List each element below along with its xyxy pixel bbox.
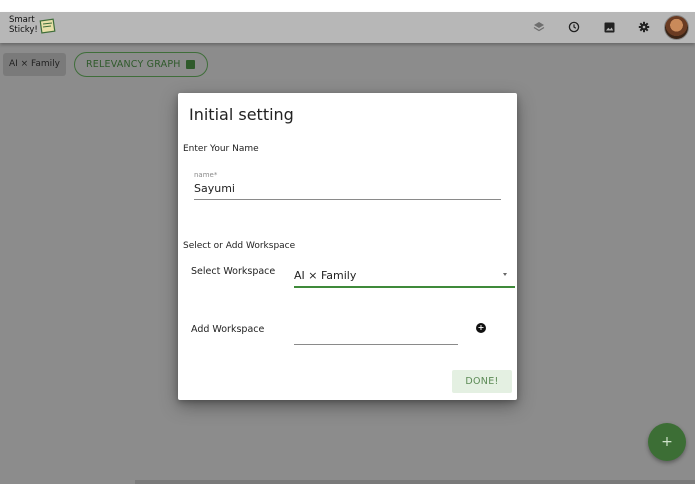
chevron-down-icon[interactable]: [503, 273, 507, 276]
sticky-note-icon: [39, 18, 56, 34]
add-circle-icon[interactable]: +: [476, 323, 486, 333]
name-input[interactable]: Sayumi: [194, 182, 235, 195]
gear-icon[interactable]: [637, 20, 651, 34]
add-workspace-underline: [294, 344, 458, 345]
initial-setting-dialog: Initial setting Enter Your Name name* Sa…: [178, 93, 517, 400]
bottom-strip: [0, 484, 695, 494]
top-strip: [0, 0, 695, 12]
done-button[interactable]: DONE!: [452, 370, 512, 393]
add-workspace-label: Add Workspace: [191, 324, 265, 335]
workspace-select[interactable]: AI × Family: [294, 269, 356, 282]
workspace-section-label: Select or Add Workspace: [183, 241, 296, 251]
name-field-label: name*: [194, 171, 218, 179]
name-section-label: Enter Your Name: [183, 144, 259, 154]
logo-line-2: Sticky!: [9, 25, 38, 35]
clock-icon[interactable]: [567, 20, 581, 34]
avatar[interactable]: [664, 15, 689, 40]
image-icon[interactable]: [602, 20, 616, 34]
relevancy-graph-label: RELEVANCY GRAPH: [86, 59, 181, 70]
dialog-title: Initial setting: [189, 105, 294, 124]
relevancy-graph-button[interactable]: RELEVANCY GRAPH: [74, 52, 208, 77]
workspace-chip-label: AI × Family: [8, 59, 61, 69]
workspace-chip[interactable]: AI × Family: [3, 53, 66, 76]
logo-line-1: Smart: [9, 15, 35, 25]
app-bar: Smart Sticky!: [0, 12, 695, 43]
chart-icon: [186, 60, 195, 69]
layers-icon[interactable]: [532, 20, 546, 34]
app-logo-text[interactable]: Smart Sticky!: [9, 15, 38, 35]
add-workspace-input[interactable]: [294, 327, 458, 343]
name-input-underline: [194, 199, 501, 200]
select-workspace-label: Select Workspace: [191, 266, 276, 277]
workspace-select-underline: [294, 286, 515, 288]
add-fab-button[interactable]: +: [648, 423, 686, 461]
fab-plus-label: +: [661, 434, 673, 450]
